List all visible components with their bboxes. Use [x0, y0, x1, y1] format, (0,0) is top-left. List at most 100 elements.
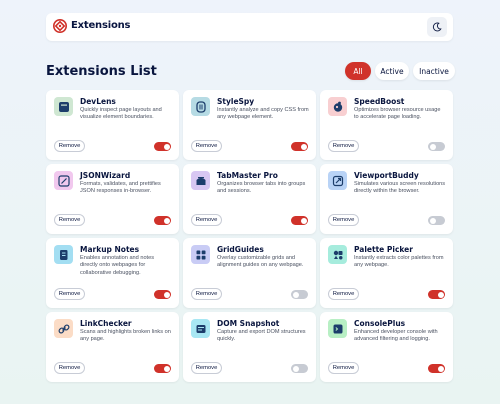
- app-header: Extensions: [46, 13, 453, 41]
- extension-icon-box: [328, 97, 347, 116]
- toggle-knob: [163, 365, 170, 372]
- extension-toggle[interactable]: [154, 290, 171, 299]
- extension-name: Markup Notes: [80, 245, 140, 254]
- remove-button[interactable]: Remove: [328, 214, 359, 226]
- linkchecker-icon: [58, 324, 69, 333]
- toggle-knob: [163, 143, 170, 150]
- toggle-knob: [292, 291, 299, 298]
- extension-icon-box: [328, 245, 347, 264]
- extension-card: Markup Notes Enables annotation and notes…: [46, 238, 179, 308]
- extension-description: Enables annotation and notes directly on…: [80, 255, 155, 276]
- extension-icon-box: [54, 319, 73, 338]
- extension-name: ViewportBuddy: [354, 171, 419, 180]
- extension-icon-box: [328, 171, 347, 190]
- viewportbuddy-icon: [332, 175, 343, 186]
- extension-toggle[interactable]: [291, 216, 308, 225]
- extension-toggle[interactable]: [154, 216, 171, 225]
- extension-description: Instantly analyze and copy CSS from any …: [217, 107, 309, 121]
- extension-toggle[interactable]: [291, 142, 308, 151]
- extension-card: LinkChecker Scans and highlights broken l…: [46, 312, 179, 382]
- extension-toggle[interactable]: [428, 142, 445, 151]
- extensions-grid: DevLens Quickly inspect page layouts and …: [46, 90, 453, 382]
- extension-toggle[interactable]: [428, 290, 445, 299]
- extension-name: JSONWizard: [80, 171, 131, 180]
- extension-name: TabMaster Pro: [217, 171, 278, 180]
- extension-card: ViewportBuddy Simulates various screen re…: [320, 164, 453, 234]
- stylespy-icon: [195, 100, 206, 113]
- extension-icon-box: [54, 245, 73, 264]
- extension-card: Palette Picker Instantly extracts color p…: [320, 238, 453, 308]
- extension-name: ConsolePlus: [354, 319, 406, 328]
- remove-button[interactable]: Remove: [191, 288, 222, 300]
- extension-icon-box: [54, 97, 73, 116]
- extension-icon-box: [191, 319, 210, 338]
- extension-toggle[interactable]: [154, 142, 171, 151]
- toggle-knob: [163, 217, 170, 224]
- devlens-icon: [58, 101, 69, 112]
- toggle-knob: [163, 291, 170, 298]
- remove-button[interactable]: Remove: [328, 140, 359, 152]
- toggle-knob: [300, 217, 307, 224]
- extension-card: ConsolePlus Enhanced developer console wi…: [320, 312, 453, 382]
- remove-button[interactable]: Remove: [191, 214, 222, 226]
- consoleplus-icon: [333, 324, 342, 333]
- extension-description: Enhanced developer console with advanced…: [354, 329, 438, 343]
- extension-card: TabMaster Pro Organizes browser tabs into…: [183, 164, 316, 234]
- moon-icon: [432, 22, 442, 32]
- gridguides-icon: [196, 250, 205, 259]
- extension-description: Capture and export DOM structures quickl…: [217, 329, 306, 343]
- extension-name: Palette Picker: [354, 245, 413, 254]
- extension-name: DevLens: [80, 97, 116, 106]
- remove-button[interactable]: Remove: [54, 214, 85, 226]
- remove-button[interactable]: Remove: [54, 362, 85, 374]
- extension-description: Instantly extracts color palettes from a…: [354, 255, 444, 269]
- extension-toggle[interactable]: [428, 364, 445, 373]
- speedboost-icon: [333, 101, 342, 112]
- toggle-knob: [429, 143, 436, 150]
- dom-snapshot-icon: [196, 324, 205, 333]
- palette-picker-icon: [333, 250, 342, 259]
- extension-toggle[interactable]: [291, 290, 308, 299]
- jsonwizard-icon: [57, 174, 70, 187]
- tabmaster-icon: [196, 176, 205, 185]
- extension-name: GridGuides: [217, 245, 264, 254]
- extension-description: Quickly inspect page layouts and visuali…: [80, 107, 162, 121]
- extension-card: GridGuides Overlay customizable grids and…: [183, 238, 316, 308]
- extension-toggle[interactable]: [291, 364, 308, 373]
- extension-description: Organizes browser tabs into groups and s…: [217, 181, 306, 195]
- filter-active-button[interactable]: Active: [375, 62, 409, 80]
- toggle-knob: [429, 217, 436, 224]
- extension-description: Simulates various screen resolutions dir…: [354, 181, 446, 195]
- toggle-knob: [292, 365, 299, 372]
- extension-card: DevLens Quickly inspect page layouts and …: [46, 90, 179, 160]
- toggle-knob: [437, 291, 444, 298]
- remove-button[interactable]: Remove: [328, 362, 359, 374]
- extension-name: DOM Snapshot: [217, 319, 280, 328]
- extension-icon-box: [191, 171, 210, 190]
- filter-all-button[interactable]: All: [345, 62, 371, 80]
- extension-description: Optimizes browser resource usage to acce…: [354, 107, 441, 121]
- extensions-logo-icon[interactable]: [52, 18, 68, 34]
- extension-description: Overlay customizable grids and alignment…: [217, 255, 304, 269]
- extension-toggle[interactable]: [428, 216, 445, 225]
- remove-button[interactable]: Remove: [54, 288, 85, 300]
- extension-icon-box: [328, 319, 347, 338]
- extension-card: DOM Snapshot Capture and export DOM struc…: [183, 312, 316, 382]
- extension-name: StyleSpy: [217, 97, 255, 106]
- remove-button[interactable]: Remove: [54, 140, 85, 152]
- filter-inactive-button[interactable]: Inactive: [413, 62, 455, 80]
- extension-icon-box: [191, 245, 210, 264]
- theme-toggle-button[interactable]: [427, 17, 447, 37]
- toggle-knob: [437, 365, 444, 372]
- extension-description: Scans and highlights broken links on any…: [80, 329, 171, 343]
- extension-icon-box: [191, 97, 210, 116]
- markup-notes-icon: [59, 249, 67, 260]
- remove-button[interactable]: Remove: [191, 140, 222, 152]
- extension-toggle[interactable]: [154, 364, 171, 373]
- extension-icon-box: [54, 171, 73, 190]
- extension-card: StyleSpy Instantly analyze and copy CSS f…: [183, 90, 316, 160]
- extension-card: SpeedBoost Optimizes browser resource usa…: [320, 90, 453, 160]
- extension-description: Formats, validates, and prettifies JSON …: [80, 181, 161, 195]
- remove-button[interactable]: Remove: [191, 362, 222, 374]
- remove-button[interactable]: Remove: [328, 288, 359, 300]
